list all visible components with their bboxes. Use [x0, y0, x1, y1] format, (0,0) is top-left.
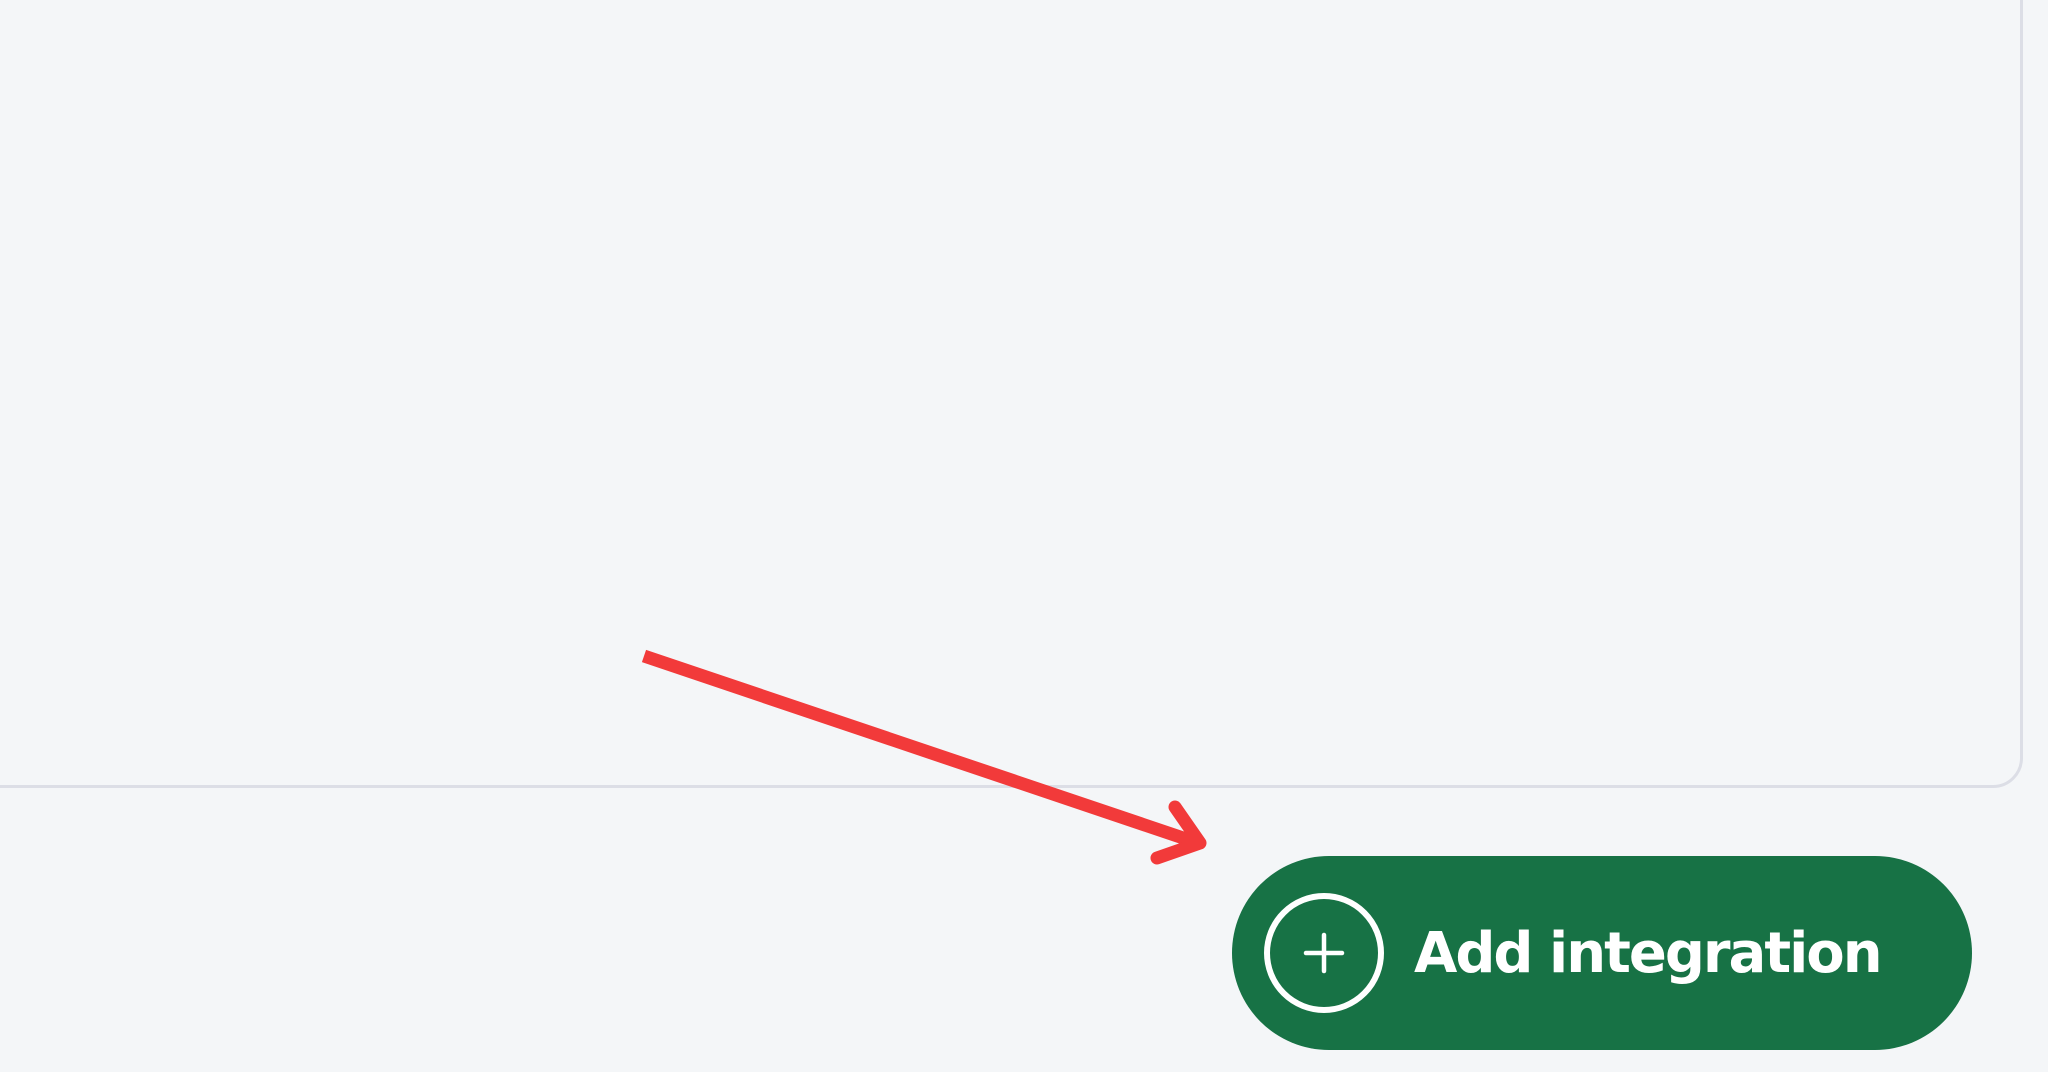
add-integration-label: Add integration [1414, 920, 1883, 986]
content-panel [0, 0, 2023, 788]
plus-circle-icon [1264, 893, 1384, 1013]
add-integration-button[interactable]: Add integration [1232, 856, 1972, 1050]
